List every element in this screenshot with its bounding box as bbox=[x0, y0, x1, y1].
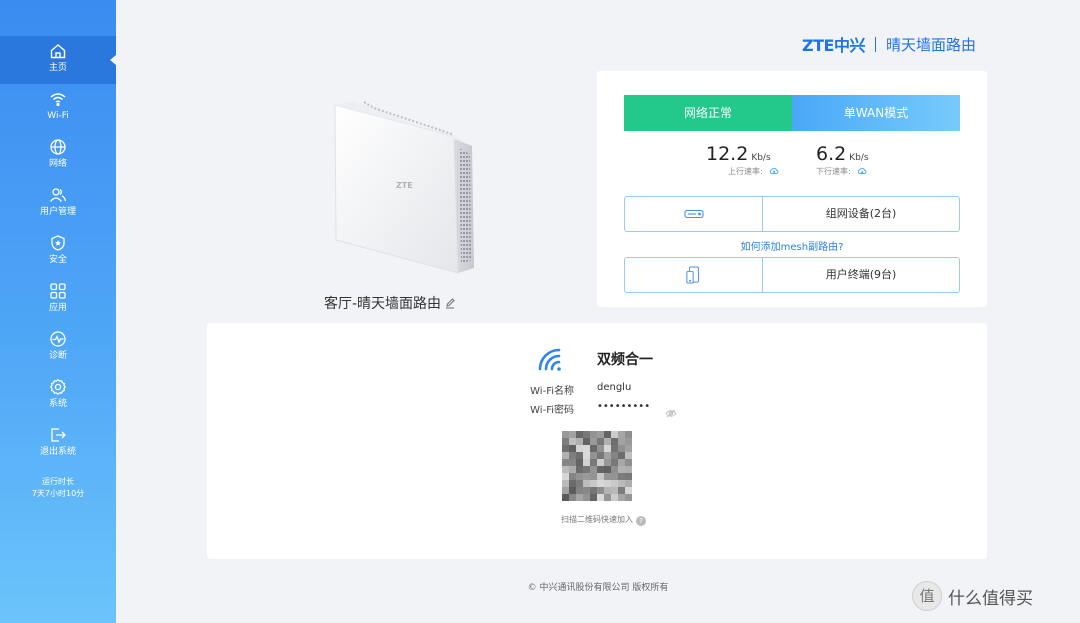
wifi-password-label: Wi-Fi密码 bbox=[530, 405, 574, 416]
cloud-upload-icon bbox=[769, 167, 779, 175]
uptime-value: 7天7小时10分 bbox=[31, 489, 85, 498]
upload-speed-value: 12.2 bbox=[706, 143, 749, 165]
qr-hint-text: 扫描二维码快速加入 bbox=[561, 515, 633, 524]
wan-mode-badge: 单WAN模式 bbox=[792, 95, 960, 131]
brand-divider bbox=[874, 36, 876, 52]
upload-speed-label: 上行速率: bbox=[728, 167, 763, 176]
user-terminals-label: 用户终端(9台) bbox=[825, 268, 897, 281]
sidebar-item-label: 应用 bbox=[48, 303, 67, 313]
router-image: ZTE bbox=[334, 100, 476, 278]
users-icon bbox=[49, 186, 67, 204]
sidebar-item-network[interactable]: 网络 bbox=[0, 132, 116, 180]
sidebar-item-label: 主页 bbox=[48, 63, 67, 73]
sidebar-item-wifi[interactable]: Wi-Fi bbox=[0, 84, 116, 132]
wifi-name-value: denglu bbox=[597, 382, 632, 393]
uptime-label: 运行时长 bbox=[42, 477, 74, 486]
sidebar-item-system[interactable]: 系统 bbox=[0, 372, 116, 420]
upload-speed: 12.2 Kb/s 上行速率: bbox=[706, 143, 826, 177]
router-device-icon bbox=[625, 197, 763, 231]
wifi-signal-icon bbox=[537, 347, 563, 373]
edit-icon[interactable] bbox=[444, 297, 456, 309]
sidebar-item-security[interactable]: 安全 bbox=[0, 228, 116, 276]
device-name-text: 客厅-晴天墙面路由 bbox=[323, 296, 442, 312]
product-title: 晴天墙面路由 bbox=[885, 35, 976, 54]
wifi-name-label: Wi-Fi名称 bbox=[530, 386, 574, 397]
download-speed-label: 下行速率: bbox=[816, 167, 851, 176]
watermark-text: 什么值得买 bbox=[948, 588, 1033, 609]
wifi-card: 双频合一 Wi-Fi名称 denglu Wi-Fi密码 ••••••••• 扫描… bbox=[207, 323, 987, 559]
wifi-title: 双频合一 bbox=[597, 352, 653, 368]
brand-logo: ZTE中兴 bbox=[802, 36, 865, 55]
sidebar-item-user-management[interactable]: 用户管理 bbox=[0, 180, 116, 228]
watermark: 值 什么值得买 bbox=[912, 581, 1033, 611]
sidebar-item-label: 安全 bbox=[48, 255, 67, 265]
mesh-devices-label: 组网设备(2台) bbox=[825, 207, 897, 220]
download-speed-unit: Kb/s bbox=[849, 153, 869, 163]
sidebar-item-label: 用户管理 bbox=[39, 207, 76, 217]
sidebar-item-label: 退出系统 bbox=[39, 447, 76, 457]
sidebar: 主页 Wi-Fi 网络 用户管理 安全 应用 诊断 系统 退出系统 运行时长 7… bbox=[0, 0, 116, 623]
gear-icon bbox=[49, 378, 67, 396]
download-speed-value: 6.2 bbox=[816, 143, 847, 165]
router-logo: ZTE bbox=[396, 181, 413, 190]
uptime: 运行时长 7天7小时10分 bbox=[0, 476, 116, 500]
shield-icon bbox=[49, 234, 67, 252]
sidebar-item-apps[interactable]: 应用 bbox=[0, 276, 116, 324]
wifi-icon bbox=[49, 90, 67, 108]
watermark-badge: 值 bbox=[912, 581, 942, 611]
network-status-badge: 网络正常 bbox=[624, 95, 792, 131]
device-name: 客厅-晴天墙面路由 bbox=[300, 293, 480, 313]
wifi-password-value: ••••••••• bbox=[597, 401, 651, 412]
apps-icon bbox=[49, 282, 67, 300]
mesh-devices-button[interactable]: 组网设备(2台) bbox=[624, 196, 960, 232]
sidebar-item-label: 系统 bbox=[48, 399, 67, 409]
sidebar-item-home[interactable]: 主页 bbox=[0, 36, 116, 84]
download-speed: 6.2 Kb/s 下行速率: bbox=[816, 143, 936, 177]
user-terminals-button[interactable]: 用户终端(9台) bbox=[624, 257, 960, 293]
sidebar-item-diagnostics[interactable]: 诊断 bbox=[0, 324, 116, 372]
mesh-help-link[interactable]: 如何添加mesh副路由? bbox=[624, 238, 960, 253]
qr-hint: 扫描二维码快速加入? bbox=[561, 514, 646, 526]
sidebar-item-logout[interactable]: 退出系统 bbox=[0, 420, 116, 468]
status-card: 网络正常 单WAN模式 12.2 Kb/s 上行速率: 6.2 Kb/s 下行速率:… bbox=[597, 71, 987, 307]
pulse-icon bbox=[49, 330, 67, 348]
brand-header: ZTE中兴 晴天墙面路由 bbox=[802, 34, 976, 56]
globe-icon bbox=[49, 138, 67, 156]
qr-code bbox=[562, 431, 632, 501]
sidebar-item-label: Wi-Fi bbox=[47, 111, 69, 121]
devices-icon bbox=[625, 258, 763, 292]
cloud-download-icon bbox=[857, 167, 867, 175]
sidebar-item-label: 网络 bbox=[48, 159, 67, 169]
help-icon[interactable]: ? bbox=[636, 516, 646, 526]
upload-speed-unit: Kb/s bbox=[751, 153, 771, 163]
logout-icon bbox=[49, 426, 67, 444]
sidebar-item-label: 诊断 bbox=[48, 351, 67, 361]
home-icon bbox=[49, 42, 67, 60]
eye-icon[interactable] bbox=[665, 403, 677, 418]
